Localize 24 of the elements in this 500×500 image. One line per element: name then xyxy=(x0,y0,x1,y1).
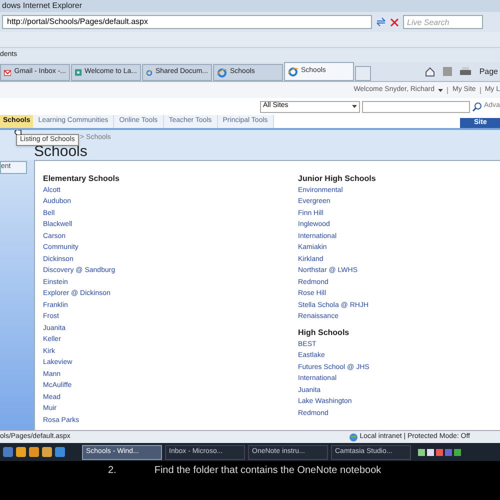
browser-icon xyxy=(217,68,227,78)
globe-icon xyxy=(348,432,358,442)
refresh-icon[interactable] xyxy=(376,17,386,27)
title-bar: dows Internet Explorer xyxy=(0,0,500,12)
printer-icon[interactable] xyxy=(460,67,472,76)
page-title: Schools xyxy=(34,144,88,160)
browser-icon xyxy=(288,66,298,76)
home-icon[interactable] xyxy=(425,66,436,76)
caret-icon[interactable] xyxy=(352,105,357,108)
section-heading: High Schools xyxy=(298,326,350,338)
step-number: 2. xyxy=(108,464,116,478)
browser-icon xyxy=(146,68,152,78)
search-field[interactable]: Live Search xyxy=(403,15,483,29)
page-menu[interactable]: Page xyxy=(479,66,498,78)
caption-text: Find the folder that contains the OneNote notebook xyxy=(154,464,382,478)
site-search-field[interactable] xyxy=(362,100,470,112)
close-icon[interactable] xyxy=(390,18,399,26)
address-field[interactable]: http://portal/Schools/Pages/default.aspx xyxy=(2,15,372,29)
site-icon xyxy=(75,68,82,77)
search-icon[interactable] xyxy=(472,102,482,112)
section-heading: Junior High Schools xyxy=(298,172,377,184)
section-heading: Elementary Schools xyxy=(43,172,120,184)
caret-icon[interactable] xyxy=(438,88,444,92)
mail-icon xyxy=(4,68,12,76)
